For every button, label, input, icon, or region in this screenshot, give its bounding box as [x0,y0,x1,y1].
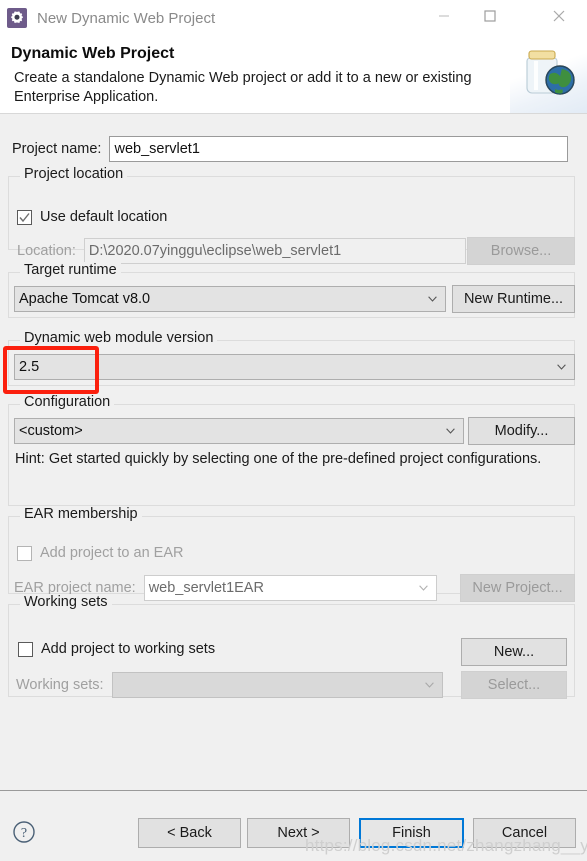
ear-project-name-combo: web_servlet1EAR [143,575,437,601]
select-working-set-label: Select... [487,677,541,693]
window-titlebar: New Dynamic Web Project [0,0,587,36]
working-sets-combo [111,672,443,698]
help-question-icon[interactable]: ? [12,820,36,844]
help-icon-svg: ? [13,821,35,843]
finish-label: Finish [392,825,431,841]
project-name-input[interactable]: web_servlet1 [109,136,569,162]
select-working-set-button: Select... [461,671,567,699]
back-label: < Back [167,825,212,841]
close-icon [553,10,565,22]
use-default-location-checkbox[interactable]: Use default location [17,209,167,225]
cancel-label: Cancel [501,825,548,841]
chevron-down-icon [557,364,566,370]
location-row: Location: D:\2020.07yinggu\eclipse\web_s… [17,238,466,264]
location-input: D:\2020.07yinggu\eclipse\web_servlet1 [83,238,466,264]
configuration-value: <custom> [19,423,83,439]
modify-configuration-button[interactable]: Modify... [468,417,575,445]
page-title: Dynamic Web Project [11,45,175,62]
module-version-combo[interactable]: 2.5 [14,354,575,380]
target-runtime-value: Apache Tomcat v8.0 [19,291,151,307]
new-working-set-button[interactable]: New... [461,638,567,666]
dialog-header: Dynamic Web Project Create a standalone … [0,36,587,114]
add-project-to-working-sets-checkbox[interactable]: Add project to working sets [18,641,215,657]
cancel-button[interactable]: Cancel [473,818,576,848]
next-label: Next > [277,825,320,841]
location-value: D:\2020.07yinggu\eclipse\web_servlet1 [88,243,342,259]
svg-text:?: ? [21,826,27,841]
chevron-down-icon [428,296,437,302]
project-name-label: Project name: [12,141,102,157]
finish-button[interactable]: Finish [359,818,464,848]
add-project-to-ear-checkbox[interactable]: Add project to an EAR [17,545,183,561]
module-version-legend: Dynamic web module version [20,330,218,346]
new-working-set-label: New... [493,644,535,660]
modify-label: Modify... [494,423,549,439]
target-runtime-combo[interactable]: Apache Tomcat v8.0 [14,286,446,312]
window-title: New Dynamic Web Project [37,9,216,27]
maximize-icon [484,10,496,22]
minimize-button[interactable] [421,0,467,32]
browse-label: Browse... [490,243,552,259]
checkbox-box [17,209,32,225]
ear-project-name-value: web_servlet1EAR [148,580,264,596]
back-button[interactable]: < Back [138,818,241,848]
configuration-legend: Configuration [20,394,115,410]
check-icon [19,212,30,222]
checkbox-box [18,641,33,657]
maximize-button[interactable] [467,0,513,32]
eclipse-gear-icon [7,8,27,28]
working-sets-row: Working sets: [16,672,443,698]
checkbox-box [17,545,32,561]
add-project-to-working-sets-label: Add project to working sets [41,641,216,657]
new-runtime-label: New Runtime... [463,291,564,307]
next-button[interactable]: Next > [247,818,350,848]
page-description: Create a standalone Dynamic Web project … [14,70,472,105]
working-sets-label: Working sets: [16,677,104,693]
gear-icon-svg [11,11,23,24]
new-runtime-button[interactable]: New Runtime... [452,285,575,313]
project-name-row: Project name: web_servlet1 [12,136,575,162]
ear-membership-legend: EAR membership [20,506,142,522]
target-runtime-legend: Target runtime [20,262,121,278]
project-location-legend: Project location [20,166,128,182]
location-label: Location: [17,243,76,259]
project-name-value: web_servlet1 [114,141,200,157]
use-default-location-label: Use default location [40,209,168,225]
chevron-down-icon [446,428,455,434]
minimize-icon [439,15,449,17]
dialog-body: Project name: web_servlet1 Project locat… [0,114,587,790]
new-dynamic-web-project-dialog: New Dynamic Web Project Dynamic Web Proj… [0,0,587,861]
add-project-to-ear-label: Add project to an EAR [40,545,184,561]
configuration-hint: Hint: Get started quickly by selecting o… [15,451,542,467]
jar-globe-svg [526,50,575,95]
new-ear-project-label: New Project... [472,580,563,596]
configuration-combo[interactable]: <custom> [14,418,464,444]
close-button[interactable] [536,0,582,32]
chevron-down-icon [418,585,428,591]
jar-with-globe-icon [510,36,587,113]
new-ear-project-button: New Project... [460,574,575,602]
browse-button: Browse... [467,237,575,265]
chevron-down-icon [424,682,434,688]
working-sets-legend: Working sets [20,594,112,610]
module-version-value: 2.5 [19,359,40,375]
